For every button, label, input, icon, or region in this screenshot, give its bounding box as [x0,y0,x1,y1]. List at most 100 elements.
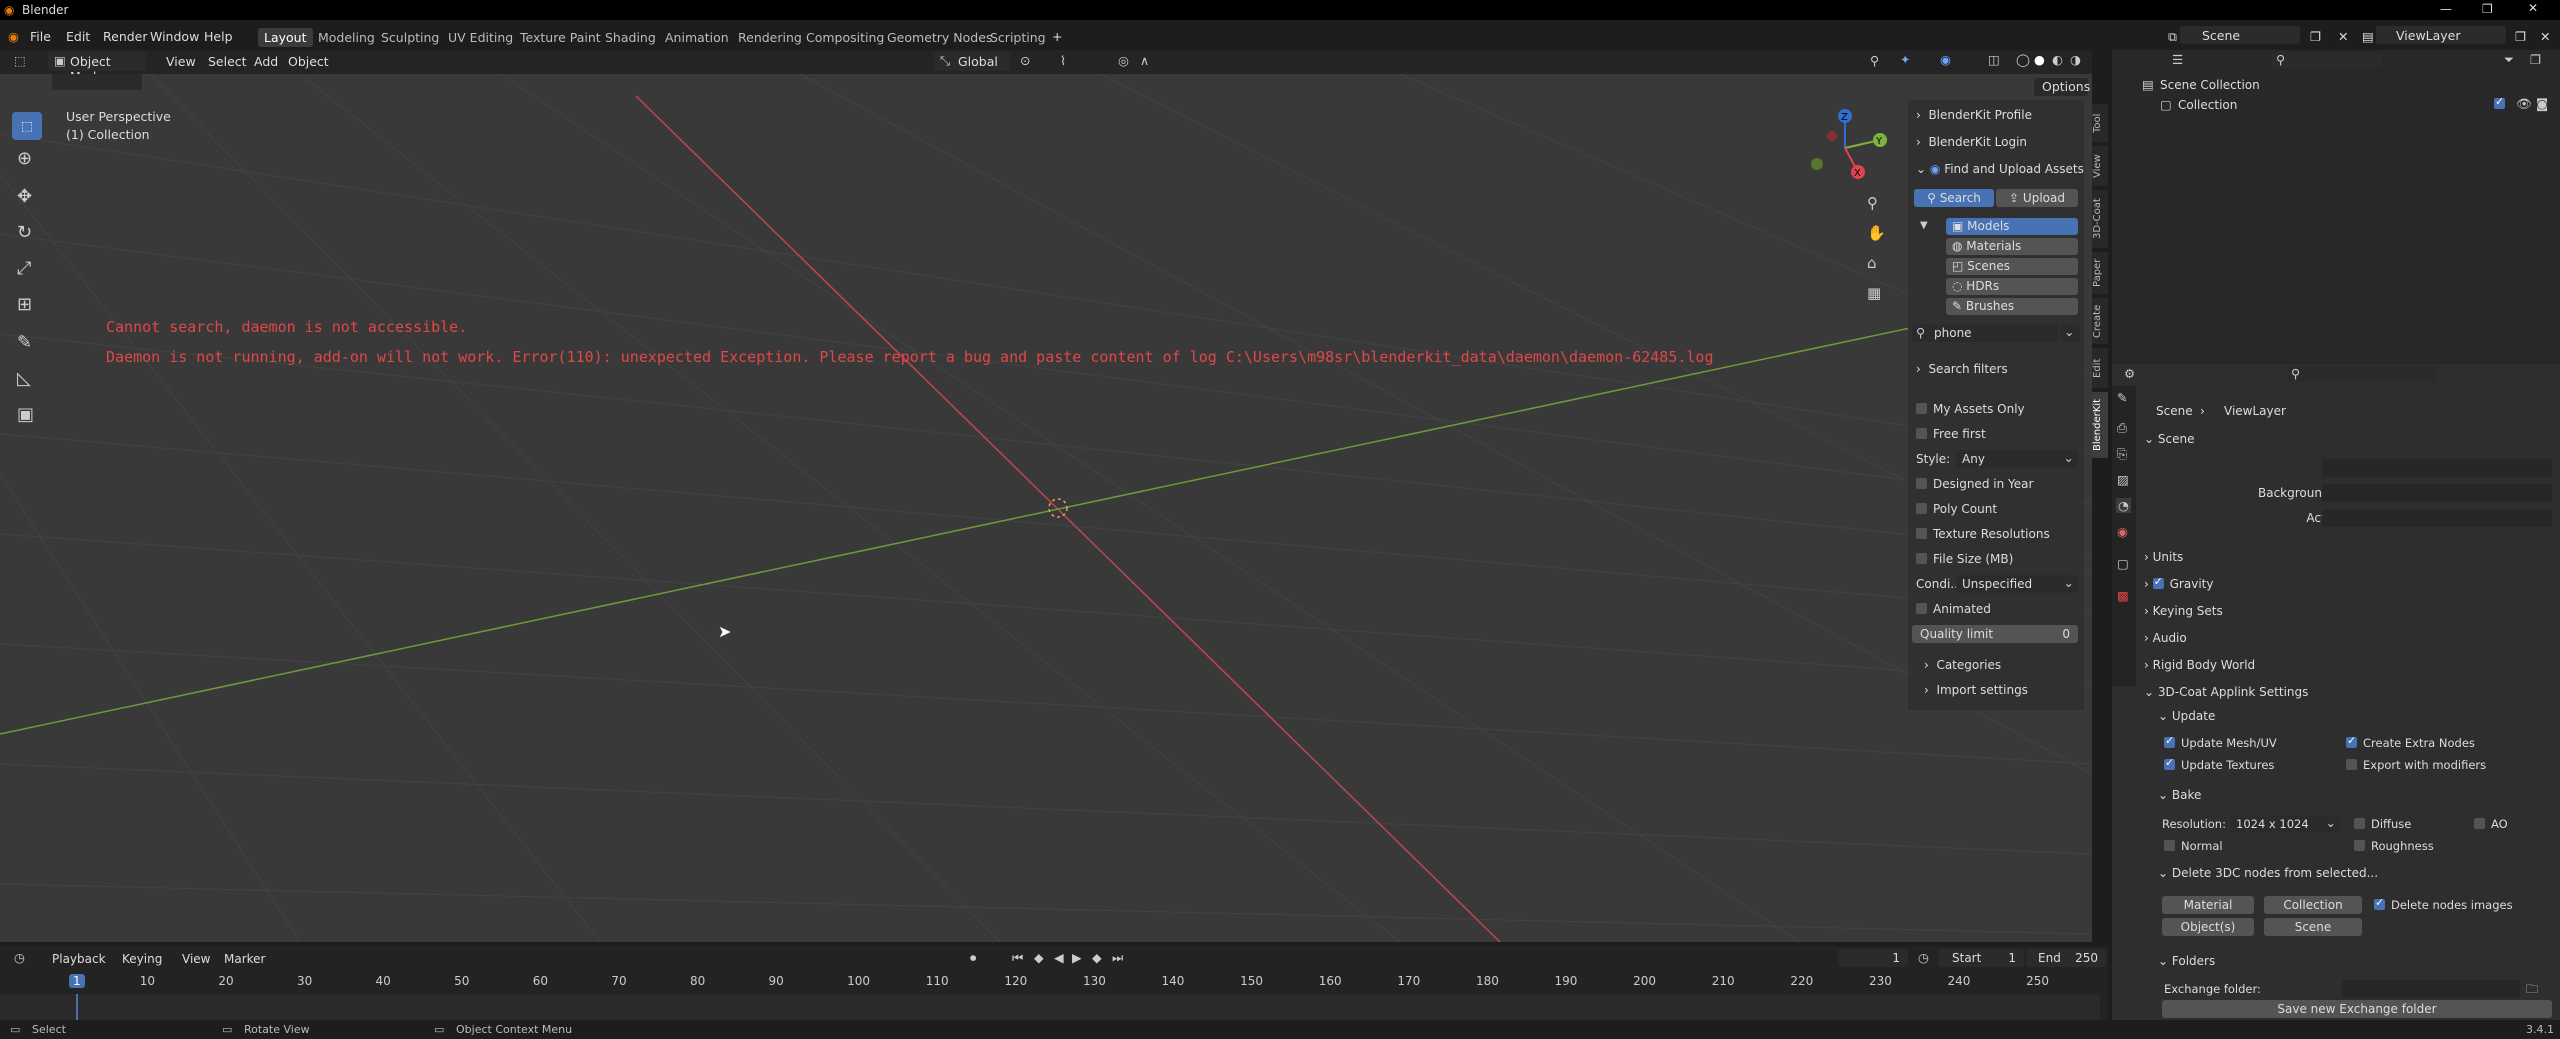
properties-search-input[interactable]: ⚲ [2287,366,2437,382]
exclude-checkbox[interactable] [2494,95,2511,111]
folder-icon[interactable]: 🗀 [2526,980,2538,1001]
create-extra-nodes-checkbox[interactable]: Create Extra Nodes [2346,734,2475,750]
condition-dropdown[interactable]: Unspecified ⌄ [1956,575,2078,593]
current-frame-field[interactable]: 1 [1838,949,1908,967]
exchange-folder-input[interactable] [2342,980,2520,998]
menu-edit[interactable]: Edit [66,29,90,44]
eye-icon[interactable]: 👁 [2516,96,2532,112]
free-first-checkbox[interactable]: Free first [1916,427,1986,441]
collection-tab-icon[interactable]: ▢ [2117,556,2129,571]
query-dropdown[interactable]: ⌄ [2060,324,2080,342]
resolution-dropdown[interactable]: 1024 x 1024 ⌄ [2230,815,2340,833]
normal-checkbox[interactable]: Normal [2164,839,2223,853]
shading-solid-icon[interactable]: ● [2034,52,2045,67]
tab-animation[interactable]: Animation [659,28,735,47]
scene-selector[interactable]: Scene [2180,26,2300,44]
start-frame-field[interactable]: Start 1 [1938,949,2024,967]
panel-units[interactable]: › Units [2144,550,2183,564]
subpanel-update[interactable]: ⌄ Update [2158,709,2215,723]
tab-layout[interactable]: Layout [258,28,313,47]
cursor-tool-icon[interactable]: ⊕ [17,148,32,169]
filter-icon[interactable]: ⏷ [2504,52,2514,68]
scale-tool-icon[interactable]: ⤢ [17,258,31,279]
texture-resolutions-checkbox[interactable]: Texture Resolutions [1916,527,2050,541]
collection-label[interactable]: Collection [2178,98,2237,112]
background-scene-field[interactable] [2322,484,2552,502]
tool-tab-icon[interactable]: ✎ [2117,390,2127,405]
tab-rendering[interactable]: Rendering [732,28,808,47]
menu-render[interactable]: Render [103,29,148,44]
poly-count-checkbox[interactable]: Poly Count [1916,502,1997,516]
camera-view-icon[interactable]: ⌂ [1867,254,1877,272]
timeline-menu-playback[interactable]: Playback [52,952,106,966]
style-dropdown[interactable]: Any ⌄ [1956,450,2078,468]
close-icon[interactable]: ✕ [2528,1,2538,15]
annotate-tool-icon[interactable]: ✎ [17,332,32,353]
outliner-search-input[interactable]: ⚲ [2272,52,2382,68]
search-button[interactable]: ⚲ Search [1914,189,1994,207]
viewport-menu-select[interactable]: Select [208,54,247,69]
preview-range-icon[interactable]: ◷ [1918,950,1929,965]
xray-icon[interactable]: ◫ [1988,52,2000,67]
designed-year-checkbox[interactable]: Designed in Year [1916,477,2033,491]
menu-file[interactable]: File [30,29,51,44]
diffuse-checkbox[interactable]: Diffuse [2354,817,2411,831]
select-box-modes[interactable] [52,74,142,90]
mode-selector[interactable]: ▣ Object Mode [48,52,146,84]
update-textures-checkbox[interactable]: Update Textures [2164,756,2274,772]
measure-tool-icon[interactable]: ◺ [17,368,31,389]
update-mesh-checkbox[interactable]: Update Mesh/UV [2164,734,2277,750]
panel-blenderkit-profile[interactable]: › BlenderKit Profile [1916,108,2032,122]
jump-start-icon[interactable]: ⏮ [1012,950,1023,966]
my-assets-checkbox[interactable]: My Assets Only [1916,402,2025,416]
timeline-ruler[interactable]: 1 10 20 30 40 50 60 70 80 90 100 110 120 130 140 150 160… [0,972,2100,992]
asset-type-scenes[interactable]: ◰ Scenes [1946,258,2078,275]
end-frame-field[interactable]: End 250 [2026,949,2106,967]
select-box-icon[interactable]: ⬚ [12,112,42,140]
scene-collection-label[interactable]: Scene Collection [2160,78,2260,92]
overlay-icon[interactable]: ◉ [1940,52,1951,67]
tab-compositing[interactable]: Compositing [800,28,890,47]
texture-tab-icon[interactable]: ▩ [2117,588,2129,603]
delete-nodes-images-checkbox[interactable]: Delete nodes images [2374,896,2513,912]
copy-view-layer-icon[interactable]: ❐ [2515,29,2526,44]
tab-shading[interactable]: Shading [599,28,662,47]
panel-scene-header[interactable]: ⌄ Scene [2144,432,2194,446]
options-button[interactable]: Options [2034,78,2090,96]
subpanel-bake[interactable]: ⌄ Bake [2158,788,2201,802]
tab-geometry-nodes[interactable]: Geometry Nodes [881,28,998,47]
asset-type-materials[interactable]: ◍ Materials [1946,238,2078,255]
next-keyframe-icon[interactable]: ◆ [1092,950,1102,965]
zoom-icon[interactable]: ⚲ [1867,194,1878,212]
visibility-icon[interactable]: ⚲ [1870,53,1879,68]
subpanel-delete-3dc[interactable]: ⌄ Delete 3DC nodes from selected... [2158,866,2378,880]
shading-rendered-icon[interactable]: ◑ [2070,52,2081,67]
animated-checkbox[interactable]: Animated [1916,602,1991,616]
collapse-asset-types-icon[interactable]: ▼ [1920,220,1928,231]
upload-button[interactable]: ⇪ Upload [1996,189,2078,207]
panel-blenderkit-login[interactable]: › BlenderKit Login [1916,135,2027,149]
shading-wireframe-icon[interactable]: ◯ [2016,52,2030,67]
jump-end-icon[interactable]: ⏭ [1112,950,1123,966]
collection-button[interactable]: Collection [2264,896,2362,914]
subpanel-folders[interactable]: ⌄ Folders [2158,954,2215,968]
play-reverse-icon[interactable]: ◀ [1054,950,1064,965]
export-modifiers-checkbox[interactable]: Export with modifiers [2346,758,2486,772]
tab-uv-editing[interactable]: UV Editing [442,28,519,47]
save-exchange-folder-button[interactable]: Save new Exchange folder [2162,1000,2552,1018]
3d-viewport[interactable]: ⬚ ⊕ ✥ ↻ ⤢ ⊞ ✎ ◺ ▣ User Perspective (1) C… [0,74,2092,942]
prev-keyframe-icon[interactable]: ◆ [1034,950,1044,965]
ao-checkbox[interactable]: AO [2474,817,2508,831]
maximize-icon[interactable]: ❐ [2482,2,2493,16]
editor-type-icon[interactable]: ⬚ [14,53,26,68]
world-tab-icon[interactable]: ◉ [2117,524,2128,539]
view-layer-tab-icon[interactable]: ▨ [2117,472,2129,487]
panel-audio[interactable]: › Audio [2144,631,2187,645]
add-cube-tool-icon[interactable]: ▣ [17,404,34,425]
camera-render-icon[interactable]: ◙ [2536,96,2548,111]
menu-help[interactable]: Help [204,29,233,44]
file-size-checkbox[interactable]: File Size (MB) [1916,552,2013,566]
menu-window[interactable]: Window [150,29,199,44]
viewport-menu-add[interactable]: Add [254,54,278,69]
roughness-checkbox[interactable]: Roughness [2354,839,2434,853]
